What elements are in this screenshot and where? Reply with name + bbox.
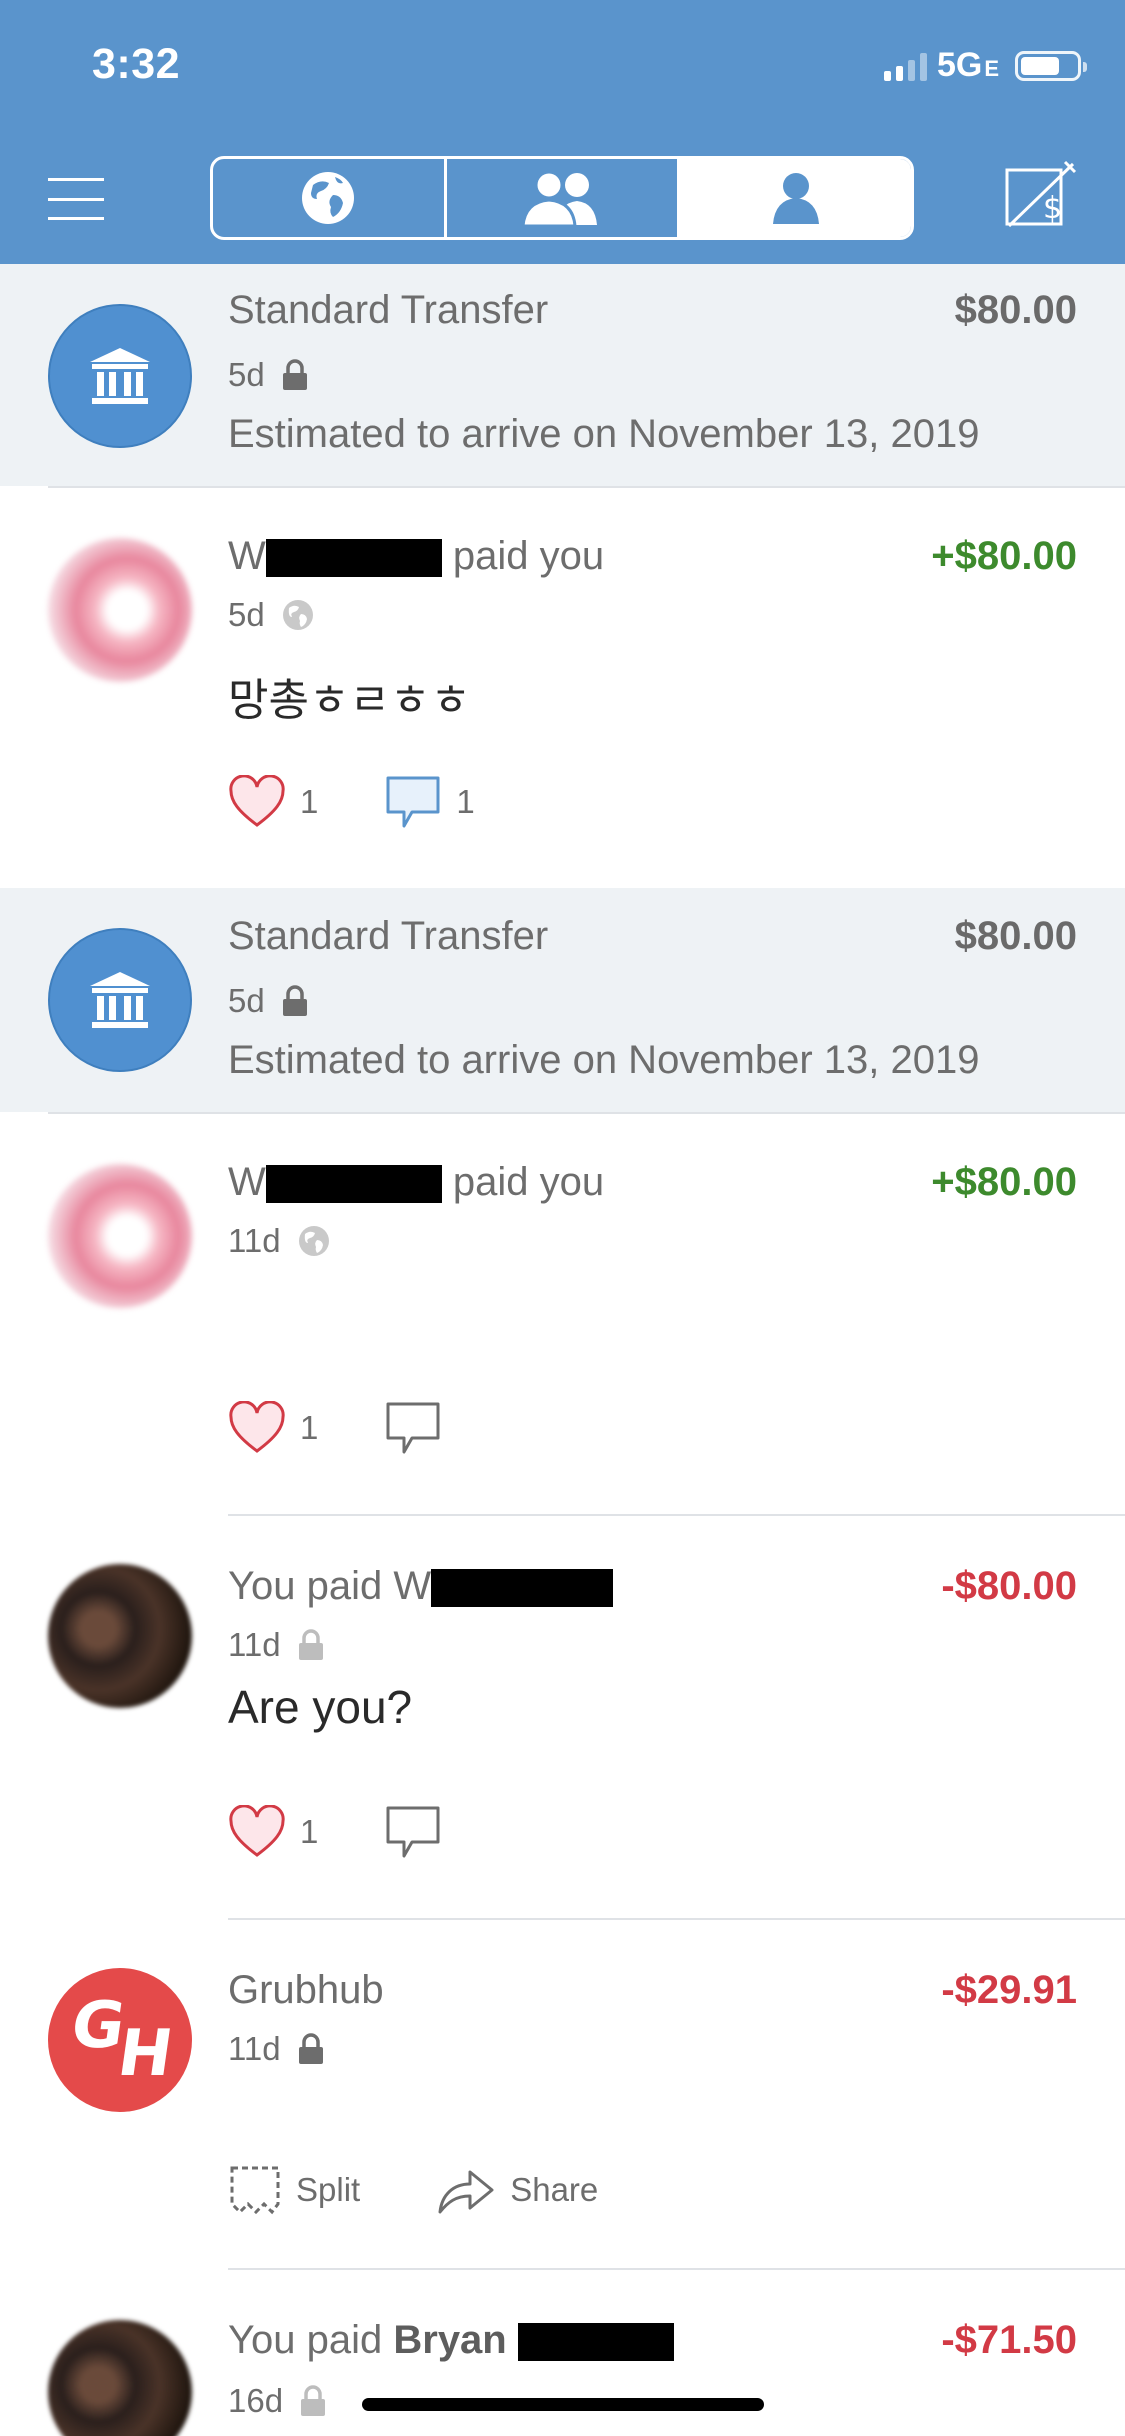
bank-icon — [48, 304, 192, 448]
like-button[interactable]: 1 — [228, 1401, 318, 1455]
payment-note: Are you? — [228, 1681, 413, 1733]
transaction-amount: -$71.50 — [941, 2318, 1077, 2362]
comment-button[interactable]: 1 — [384, 774, 475, 830]
transaction-amount: $80.00 — [954, 288, 1077, 332]
transaction-time: 5d — [228, 356, 265, 393]
transaction-time: 11d — [228, 2030, 281, 2067]
transaction-amount: -$80.00 — [941, 1564, 1077, 1608]
grubhub-logo: GH — [48, 1968, 192, 2112]
split-icon — [230, 2166, 280, 2215]
comment-icon — [386, 1806, 440, 1858]
friends-icon — [521, 170, 597, 227]
transaction-meta: 11d — [228, 1626, 325, 1664]
transaction-amount: +$80.00 — [931, 1160, 1077, 1204]
feed-item-payment[interactable]: W paid you +$80.00 5d 망총ㅎㄹㅎㅎ 1 1 — [0, 486, 1125, 888]
comment-button[interactable] — [384, 1400, 442, 1456]
redacted-name — [431, 1569, 614, 1608]
transfer-eta: Estimated to arrive on November 13, 2019 — [228, 1038, 980, 1082]
like-count: 1 — [300, 1409, 319, 1446]
split-button[interactable]: Split — [228, 2164, 360, 2216]
social-actions: 1 — [228, 1400, 508, 1456]
like-count: 1 — [300, 783, 319, 820]
lock-icon — [282, 985, 307, 1016]
payment-note: 망총ㅎㄹㅎㅎ — [228, 676, 471, 725]
battery-icon — [1015, 50, 1087, 81]
tab-public[interactable] — [213, 159, 447, 237]
tab-mine[interactable] — [680, 159, 911, 237]
feed-item-payment[interactable]: W paid you +$80.00 11d 1 — [0, 1112, 1125, 1514]
person-icon — [772, 173, 819, 224]
transaction-title: W paid you — [228, 1160, 605, 1204]
pay-request-icon[interactable]: $ — [1003, 160, 1077, 232]
feed-filter-tabs — [210, 156, 914, 240]
transaction-time: 5d — [228, 982, 265, 1019]
transaction-time: 11d — [228, 1626, 281, 1663]
cellular-signal-icon — [883, 51, 927, 81]
avatar[interactable] — [48, 1164, 192, 1308]
transaction-title: You paid W — [228, 1564, 614, 1609]
network-type: 5GE — [936, 46, 999, 84]
globe-icon — [298, 1226, 329, 1256]
transfer-eta: Estimated to arrive on November 13, 2019 — [228, 412, 980, 456]
globe-icon — [302, 172, 355, 224]
feed-item-payment[interactable]: You paid W -$80.00 11d Are you? 1 — [0, 1514, 1125, 1918]
bank-icon — [48, 928, 192, 1072]
redacted-name — [517, 2323, 674, 2362]
heart-icon — [229, 775, 285, 827]
share-icon — [438, 2170, 494, 2214]
lock-icon — [298, 2033, 323, 2064]
transaction-title: You paid Bryan — [228, 2318, 674, 2363]
hamburger-menu-icon[interactable] — [48, 178, 104, 220]
top-nav-bar: 3:32 5GE $ — [0, 0, 1125, 264]
transaction-feed: Standard Transfer $80.00 5d Estimated to… — [0, 264, 1125, 2436]
transaction-meta: 5d — [228, 982, 309, 1020]
transaction-amount: $80.00 — [954, 914, 1077, 958]
lock-icon — [298, 1629, 323, 1660]
heart-icon — [229, 1805, 285, 1857]
tab-friends[interactable] — [447, 159, 681, 237]
status-indicators: 5GE — [883, 46, 1087, 85]
comment-count: 1 — [456, 783, 475, 820]
share-button[interactable]: Share — [436, 2164, 598, 2216]
home-indicator[interactable] — [362, 2398, 764, 2411]
redacted-name — [265, 539, 442, 578]
lock-icon — [301, 2385, 326, 2416]
comment-icon — [386, 776, 440, 828]
transaction-meta: 11d — [228, 2030, 325, 2068]
comment-button[interactable] — [384, 1804, 442, 1860]
lock-icon — [282, 359, 307, 390]
transaction-time: 11d — [228, 1222, 281, 1259]
transaction-title: W paid you — [228, 534, 605, 578]
like-button[interactable]: 1 — [228, 1805, 318, 1859]
feed-item-merchant[interactable]: GH Grubhub -$29.91 11d Split Share — [0, 1918, 1125, 2268]
transaction-title: Standard Transfer — [228, 914, 549, 958]
social-actions: 1 1 — [228, 774, 541, 830]
transaction-meta: 16d — [228, 2382, 327, 2420]
redacted-name — [265, 1165, 442, 1204]
comment-icon — [386, 1402, 440, 1454]
social-actions: 1 — [228, 1804, 508, 1860]
transaction-meta: 5d — [228, 356, 309, 394]
avatar[interactable] — [48, 2320, 192, 2436]
transaction-amount: +$80.00 — [931, 534, 1077, 578]
transaction-time: 16d — [228, 2382, 284, 2419]
avatar[interactable] — [48, 538, 192, 682]
status-time: 3:32 — [92, 40, 181, 88]
merchant-actions: Split Share — [228, 2164, 664, 2216]
transaction-time: 5d — [228, 596, 265, 633]
feed-item-transfer[interactable]: Standard Transfer $80.00 5d Estimated to… — [0, 264, 1125, 486]
globe-icon — [282, 600, 313, 630]
like-button[interactable]: 1 — [228, 775, 318, 829]
transaction-title: Grubhub — [228, 1968, 384, 2012]
transaction-meta: 5d — [228, 596, 315, 634]
transaction-title: Standard Transfer — [228, 288, 549, 332]
transaction-meta: 11d — [228, 1222, 331, 1260]
feed-item-transfer[interactable]: Standard Transfer $80.00 5d Estimated to… — [0, 888, 1125, 1112]
like-count: 1 — [300, 1813, 319, 1850]
svg-text:$: $ — [1043, 191, 1062, 226]
heart-icon — [229, 1401, 285, 1453]
transaction-amount: -$29.91 — [941, 1968, 1077, 2012]
avatar[interactable] — [48, 1564, 192, 1708]
